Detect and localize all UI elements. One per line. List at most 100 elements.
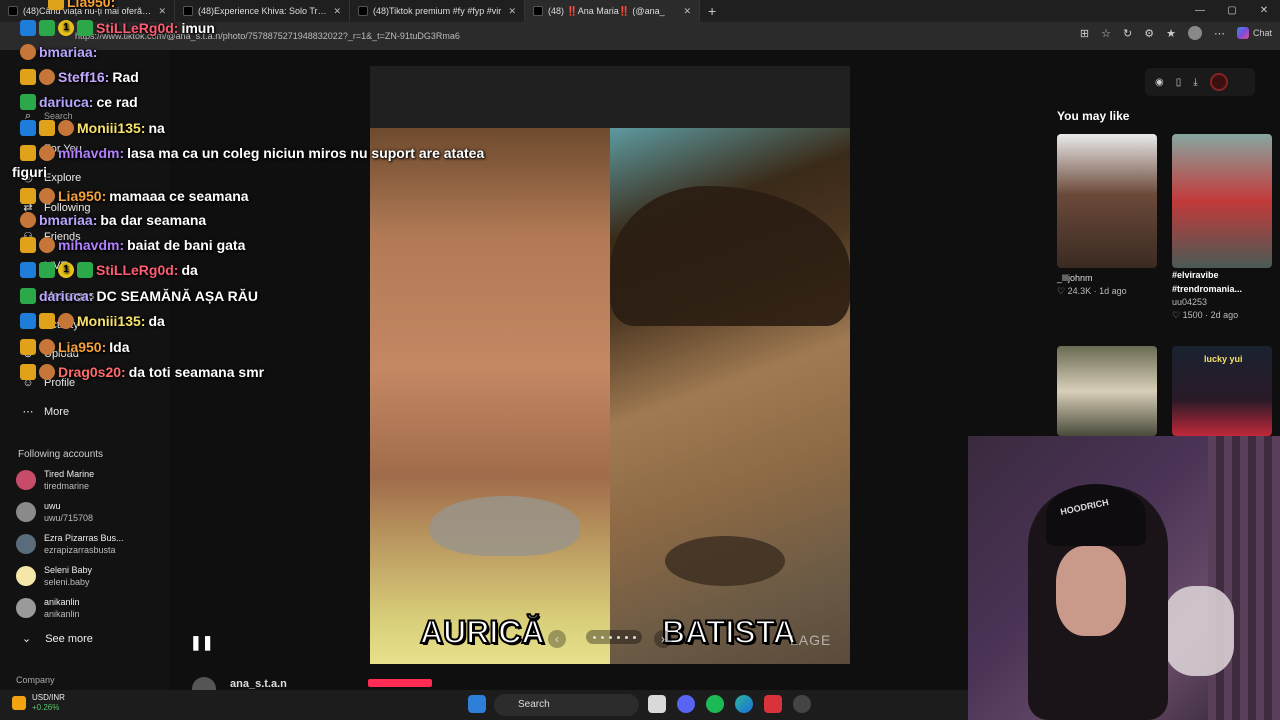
recommended-video-card[interactable]: #elviravibe #trendromania... uu04253 ♡ 1… bbox=[1172, 134, 1272, 322]
edge-icon[interactable] bbox=[735, 695, 753, 713]
streamer-face bbox=[1056, 546, 1126, 636]
new-tab-icon[interactable]: + bbox=[700, 3, 724, 19]
minimize-icon[interactable]: — bbox=[1184, 0, 1216, 22]
chevron-down-icon: ⌄ bbox=[22, 633, 32, 645]
window-controls: — ▢ ✕ bbox=[1184, 0, 1280, 22]
sidebar-item-more[interactable]: ⋯ More bbox=[22, 406, 70, 418]
follow-button[interactable] bbox=[368, 679, 432, 687]
maximize-icon[interactable]: ▢ bbox=[1216, 0, 1248, 22]
app-icon[interactable] bbox=[764, 695, 782, 713]
copilot-icon bbox=[1236, 27, 1249, 39]
previous-photo-icon[interactable]: ‹ bbox=[548, 630, 566, 648]
watermark-text: LAGE bbox=[790, 632, 832, 648]
chat-line: Drag0s20: da toti seamana smr bbox=[20, 364, 264, 380]
vip-badge-icon bbox=[20, 237, 36, 253]
following-account[interactable]: uwu uwu/715708 bbox=[16, 500, 93, 524]
taskbar-search[interactable]: Search bbox=[494, 694, 639, 716]
recommended-video-card[interactable]: lucky yui bbox=[1172, 346, 1272, 436]
start-icon[interactable] bbox=[468, 695, 486, 713]
vip-badge-icon bbox=[20, 188, 36, 204]
video-thumbnail: lucky yui bbox=[1172, 346, 1272, 436]
gift-badge-icon bbox=[39, 262, 55, 278]
chat-line: Lia950: Ida bbox=[20, 339, 129, 355]
browser-tab-active[interactable]: (48) ‼️Ana Maria‼️ (@ana_ ✕ bbox=[525, 0, 700, 22]
chat-line: 1 StiLLeRg0d: imun bbox=[20, 20, 215, 36]
following-account[interactable]: Tired Marine tiredmarine bbox=[16, 468, 94, 492]
company-link[interactable]: Company bbox=[16, 675, 55, 685]
video-thumbnail bbox=[1057, 134, 1157, 268]
following-account[interactable]: Seleni Baby seleni.baby bbox=[16, 564, 92, 588]
speed-icon[interactable]: ◉ bbox=[1155, 77, 1164, 88]
task-view-icon[interactable] bbox=[648, 695, 666, 713]
moderator-badge-icon bbox=[20, 20, 36, 36]
streamer-webcam: HOODRICH bbox=[968, 436, 1280, 720]
favorites-icon[interactable]: ★ bbox=[1166, 27, 1176, 40]
curtain-shape bbox=[1208, 436, 1280, 720]
following-accounts-title: Following accounts bbox=[18, 449, 104, 460]
chat-line: Lia950: bbox=[48, 0, 115, 10]
chat-line-continuation: figuri bbox=[12, 164, 47, 180]
sub-badge-icon bbox=[58, 120, 74, 136]
apps-icon[interactable]: ⊞ bbox=[1080, 27, 1089, 40]
see-more-button[interactable]: ⌄ See more bbox=[22, 632, 93, 646]
sub-badge-icon bbox=[20, 212, 36, 228]
gift-badge-icon bbox=[39, 20, 55, 36]
recommended-video-card[interactable] bbox=[1057, 346, 1157, 436]
sub-badge-icon bbox=[39, 188, 55, 204]
chat-line: Lia950: mamaaa ce seamana bbox=[20, 188, 249, 204]
vip-badge-icon bbox=[20, 339, 36, 355]
widgets-button[interactable]: USD/INR +0.26% bbox=[12, 693, 65, 713]
tiktok-icon bbox=[8, 6, 18, 16]
download-icon[interactable]: ⤓ bbox=[1193, 77, 1197, 88]
pause-icon[interactable]: ❚❚ bbox=[190, 634, 213, 651]
next-photo-icon[interactable]: › bbox=[654, 630, 672, 648]
chat-line: dariuca: ce rad bbox=[20, 94, 138, 110]
chat-line: Steff16: Rad bbox=[20, 69, 139, 85]
avatar bbox=[16, 566, 36, 586]
sub-badge-icon bbox=[39, 364, 55, 380]
close-tab-icon[interactable]: ✕ bbox=[333, 6, 341, 17]
url-field[interactable]: https://www.tiktok.com/@ana_s.t.a.n/phot… bbox=[75, 28, 1055, 45]
gift-badge-icon bbox=[20, 94, 36, 110]
mustache-shape bbox=[430, 496, 580, 556]
close-tab-icon[interactable]: ✕ bbox=[683, 6, 691, 17]
chat-line: bmariaa: bbox=[20, 44, 97, 60]
discord-icon[interactable] bbox=[677, 695, 695, 713]
close-tab-icon[interactable]: ✕ bbox=[508, 6, 516, 17]
sub-badge-icon bbox=[58, 313, 74, 329]
spotify-icon[interactable] bbox=[706, 695, 724, 713]
pillow-shape bbox=[1164, 586, 1234, 676]
caption-left: AURICĂ bbox=[419, 613, 545, 651]
video-thumbnail bbox=[1057, 346, 1157, 436]
copilot-chat-button[interactable]: Chat bbox=[1236, 27, 1272, 39]
following-account[interactable]: anikanlin anikanlin bbox=[16, 596, 80, 620]
record-icon[interactable] bbox=[1209, 73, 1228, 91]
tiktok-icon bbox=[183, 6, 193, 16]
close-window-icon[interactable]: ✕ bbox=[1248, 0, 1280, 22]
favorite-star-icon[interactable]: ☆ bbox=[1101, 27, 1111, 40]
profile-avatar[interactable] bbox=[1187, 26, 1202, 40]
avatar bbox=[16, 534, 36, 554]
close-tab-icon[interactable]: ✕ bbox=[158, 6, 166, 17]
menu-dots-icon[interactable]: ⋯ bbox=[1214, 27, 1225, 40]
extensions-icon[interactable]: ⚙ bbox=[1144, 27, 1154, 40]
browser-tab[interactable]: (48)Experience Khiva: Solo Travel ✕ bbox=[175, 0, 350, 22]
caption-right: BATISTA bbox=[661, 613, 797, 651]
first-badge-icon: 1 bbox=[58, 20, 74, 36]
refresh-icon[interactable]: ↻ bbox=[1123, 27, 1132, 40]
author-name[interactable]: ana_s.t.a.n bbox=[230, 678, 287, 690]
browser-tab-bar: (48)Când viața nu-ți mai oferă var ✕ (48)… bbox=[0, 0, 1280, 22]
browser-tab[interactable]: (48)Tiktok premium #fy #fyp #vir ✕ bbox=[350, 0, 525, 22]
recommended-video-card[interactable]: _llljohnm ♡ 24.3K · 1d ago bbox=[1057, 134, 1157, 298]
first-badge-icon: 1 bbox=[58, 262, 74, 278]
left-portrait-image bbox=[370, 128, 610, 664]
moderator-badge-icon bbox=[20, 262, 36, 278]
device-icon[interactable]: ▯ bbox=[1176, 77, 1182, 88]
following-account[interactable]: Ezra Pizarras Bus... ezrapizarrasbusta bbox=[16, 532, 124, 556]
screen: (48)Când viața nu-ți mai oferă var ✕ (48)… bbox=[0, 0, 1280, 720]
photo-carousel-dots[interactable] bbox=[586, 630, 642, 644]
gift-badge-icon bbox=[77, 20, 93, 36]
obs-icon[interactable] bbox=[793, 695, 811, 713]
vip-badge-icon bbox=[20, 364, 36, 380]
author-bar: ana_s.t.a.n bbox=[180, 670, 970, 701]
